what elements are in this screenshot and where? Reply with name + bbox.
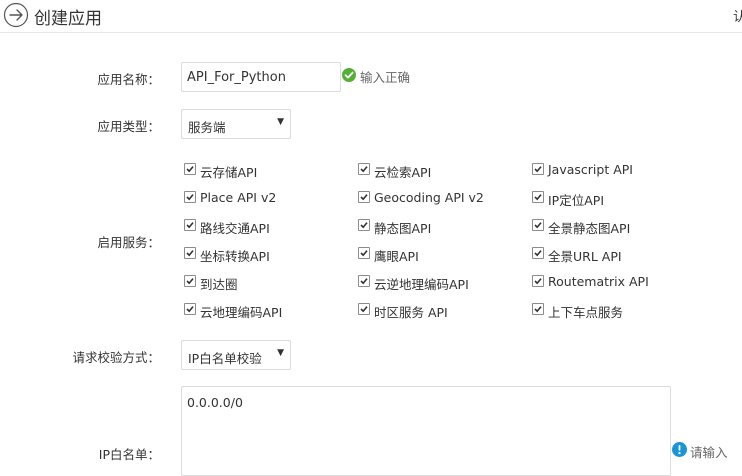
checkbox[interactable] bbox=[184, 219, 196, 231]
services-label: 启用服务： bbox=[97, 235, 160, 250]
page-header: 创建应用 认 bbox=[0, 0, 742, 33]
info-circle-icon bbox=[672, 442, 687, 457]
service-label: 上下车点服务 bbox=[548, 305, 624, 320]
service-label: Geocoding API v2 bbox=[374, 190, 484, 205]
caret-down-icon: ▼ bbox=[277, 117, 284, 127]
app-name-validation: 输入正确 bbox=[360, 70, 411, 85]
service-label: 云地理编码API bbox=[200, 305, 283, 320]
checkbox[interactable] bbox=[184, 163, 196, 175]
checkbox[interactable] bbox=[532, 275, 544, 287]
service-label: 全景URL API bbox=[548, 249, 622, 264]
service-label: 全景静态图API bbox=[548, 221, 631, 236]
checkbox[interactable] bbox=[532, 219, 544, 231]
service-label: IP定位API bbox=[548, 193, 604, 208]
verify-method-select[interactable]: IP白名单校验 ▼ bbox=[181, 340, 291, 370]
service-label: 鹰眼API bbox=[374, 249, 419, 264]
checkbox[interactable] bbox=[532, 163, 544, 175]
service-label: Javascript API bbox=[548, 162, 633, 177]
app-type-label: 应用类型： bbox=[97, 119, 160, 134]
ip-whitelist-label: IP白名单： bbox=[98, 447, 160, 462]
checkbox[interactable] bbox=[532, 191, 544, 203]
verify-method-value: IP白名单校验 bbox=[188, 351, 262, 366]
checkbox[interactable] bbox=[184, 247, 196, 259]
checkbox[interactable] bbox=[184, 303, 196, 315]
verify-method-label: 请求校验方式： bbox=[72, 350, 160, 365]
check-circle-icon bbox=[342, 68, 356, 82]
checkbox[interactable] bbox=[358, 247, 370, 259]
service-label: 静态图API bbox=[374, 221, 432, 236]
service-label: 坐标转换API bbox=[200, 249, 270, 264]
app-name-label: 应用名称： bbox=[97, 72, 160, 87]
checkbox[interactable] bbox=[358, 191, 370, 203]
back-arrow-icon[interactable] bbox=[3, 2, 29, 28]
service-label: Place API v2 bbox=[200, 190, 277, 205]
checkbox[interactable] bbox=[358, 275, 370, 287]
caret-down-icon: ▼ bbox=[277, 348, 284, 358]
service-label: 云检索API bbox=[374, 165, 432, 180]
checkbox[interactable] bbox=[358, 303, 370, 315]
header-right-text[interactable]: 认 bbox=[733, 6, 742, 25]
service-label: 云存储API bbox=[200, 165, 258, 180]
service-label: 路线交通API bbox=[200, 221, 270, 236]
checkbox[interactable] bbox=[358, 219, 370, 231]
service-label: 时区服务 API bbox=[374, 305, 448, 320]
ip-whitelist-hint: 请输入 bbox=[690, 445, 728, 460]
checkbox[interactable] bbox=[184, 191, 196, 203]
service-label: Routematrix API bbox=[548, 274, 649, 289]
ip-whitelist-textarea[interactable]: 0.0.0.0/0 bbox=[181, 386, 671, 476]
page-title: 创建应用 bbox=[34, 9, 102, 29]
service-label: 到达圈 bbox=[200, 277, 238, 292]
checkbox[interactable] bbox=[532, 247, 544, 259]
app-type-value: 服务端 bbox=[188, 120, 226, 135]
checkbox[interactable] bbox=[358, 163, 370, 175]
checkbox[interactable] bbox=[532, 303, 544, 315]
service-label: 云逆地理编码API bbox=[374, 277, 469, 292]
app-name-input[interactable] bbox=[181, 62, 341, 92]
checkbox[interactable] bbox=[184, 275, 196, 287]
app-type-select[interactable]: 服务端 ▼ bbox=[181, 109, 291, 139]
